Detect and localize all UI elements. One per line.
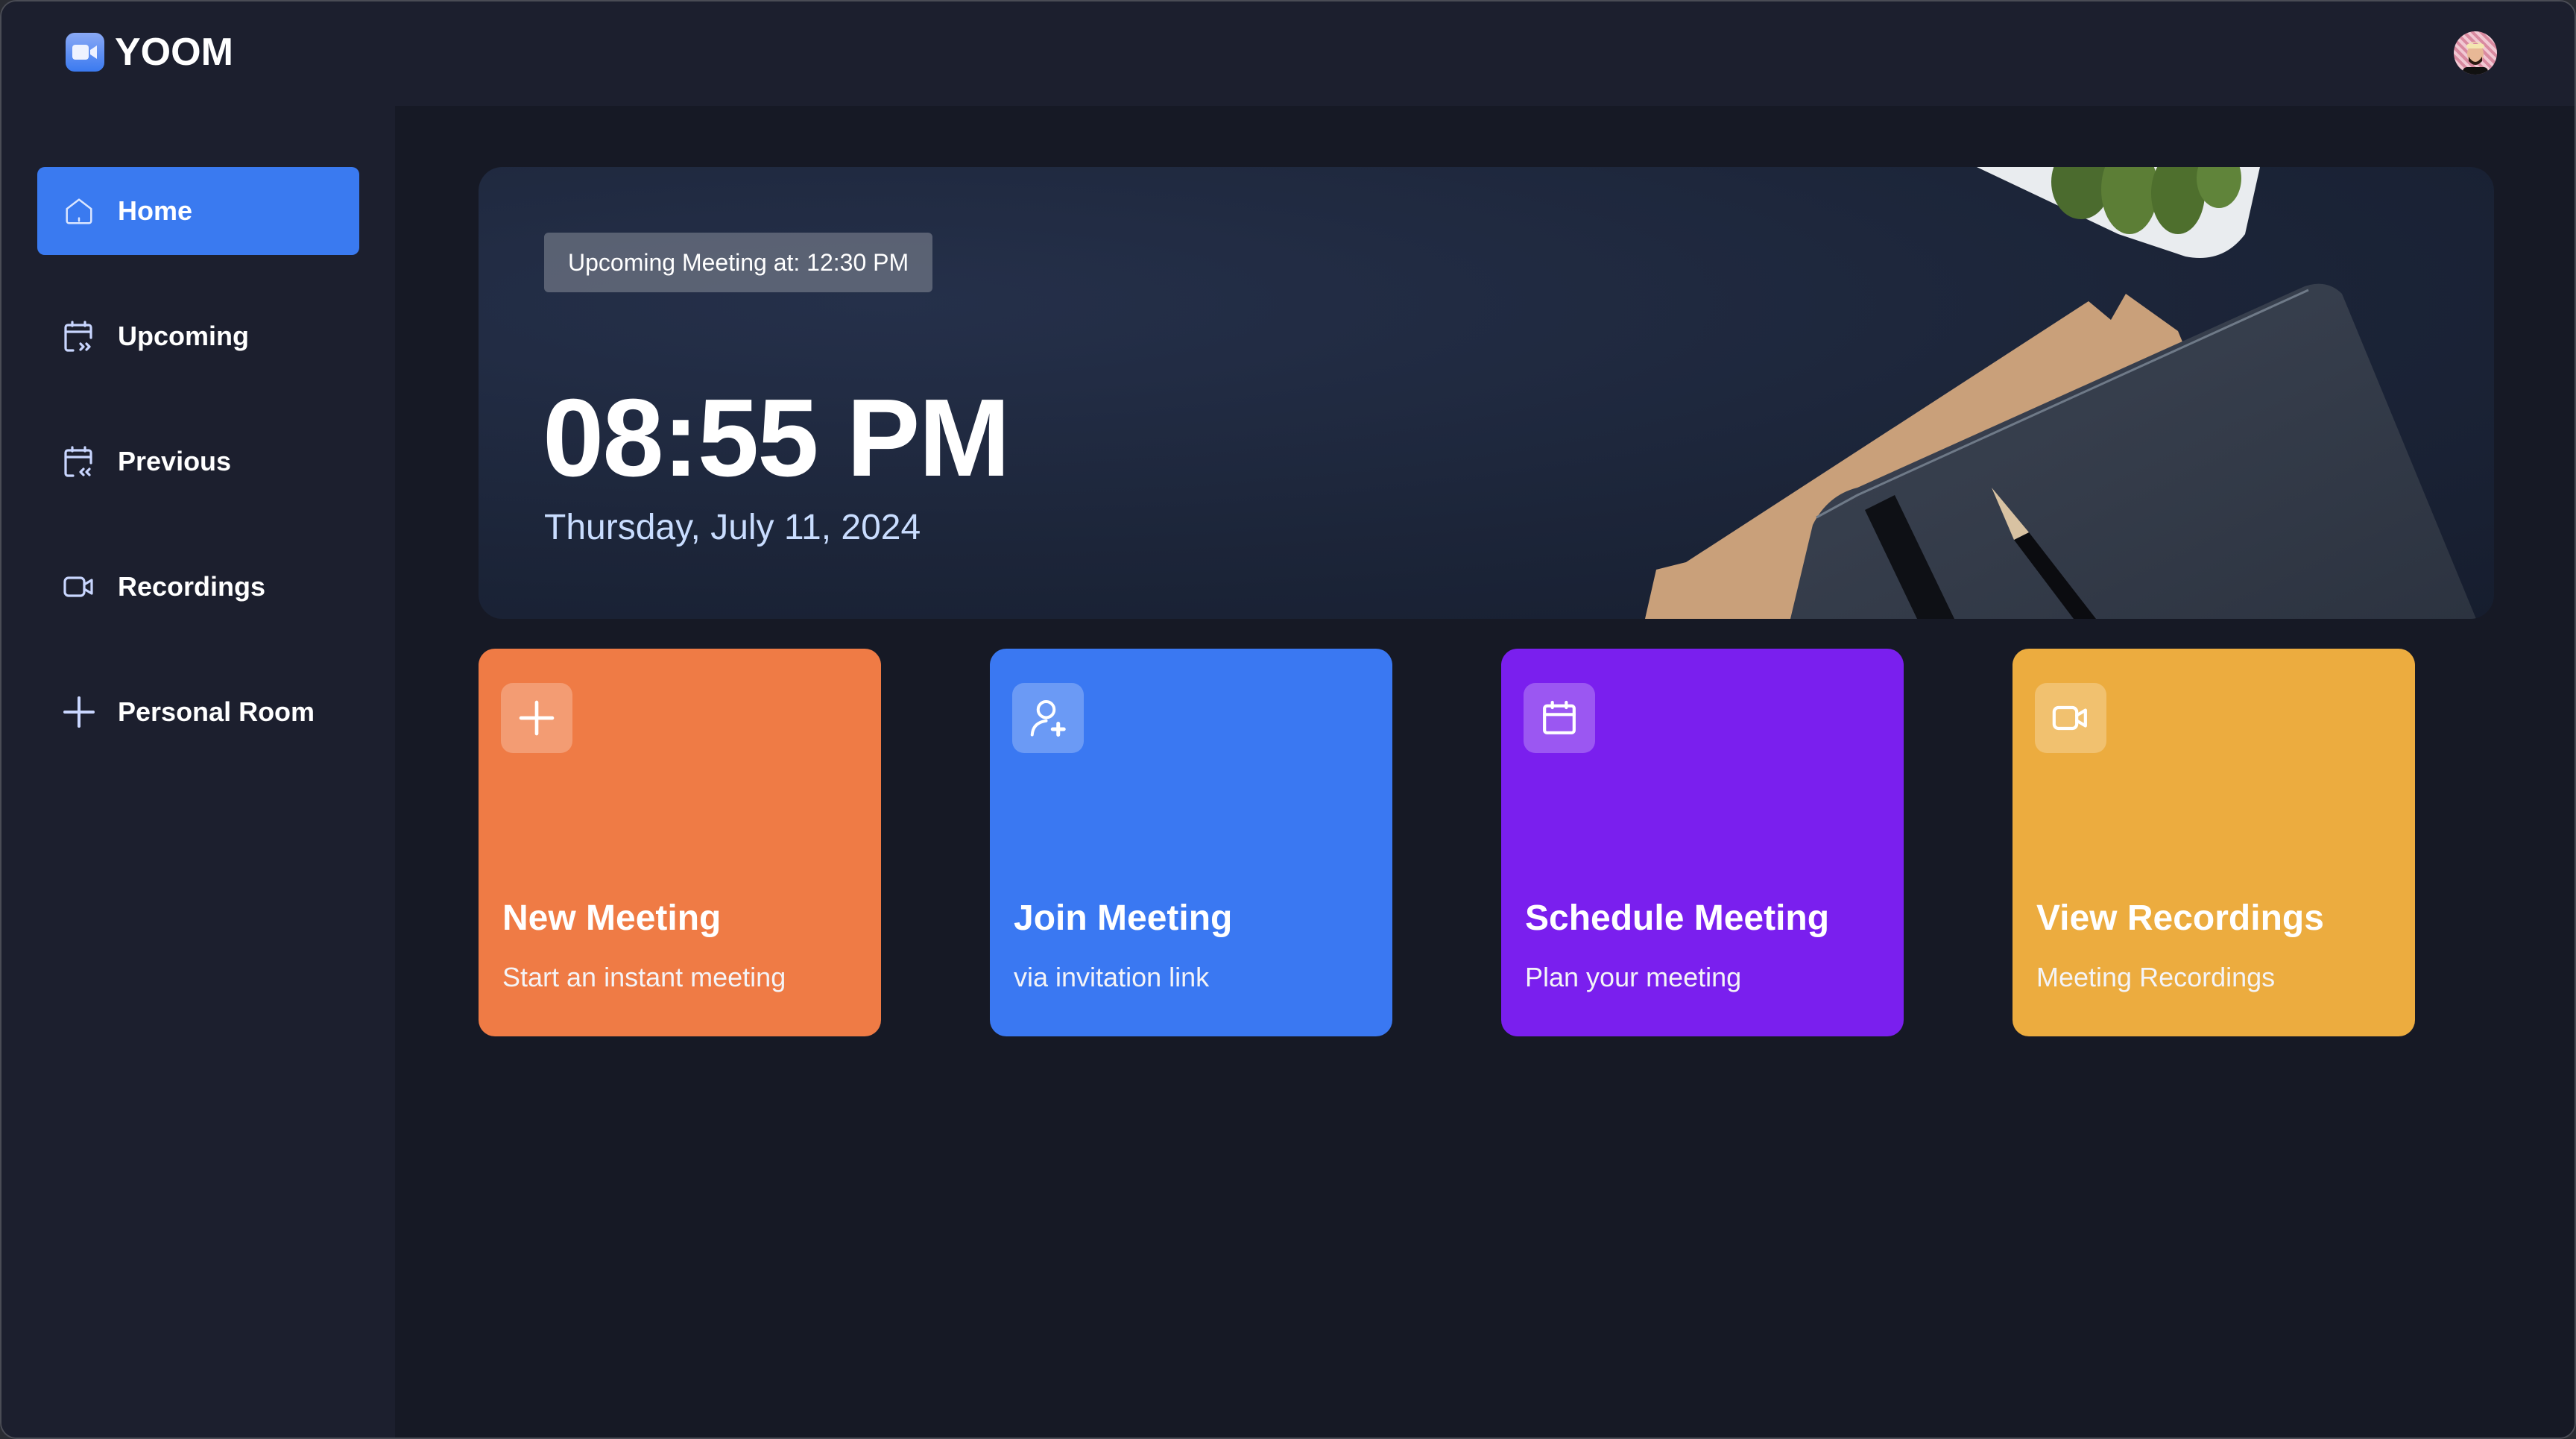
card-title: New Meeting [502,898,722,938]
card-title: View Recordings [2036,898,2324,938]
sidebar-item-upcoming[interactable]: Upcoming [37,292,359,380]
home-icon [60,192,98,230]
sidebar-item-personal-room[interactable]: Personal Room [37,668,359,756]
schedule-meeting-card[interactable]: Schedule Meeting Plan your meeting [1501,649,1904,1036]
video-icon [60,567,98,606]
card-title: Schedule Meeting [1525,898,1830,938]
user-avatar[interactable] [2454,31,2497,75]
card-subtitle: Plan your meeting [1525,962,1742,992]
sidebar: Home Upcoming Previous Recordings Person… [1,106,395,1438]
brand-name: YOOM [115,31,233,74]
sidebar-item-label: Home [118,195,193,226]
sidebar-item-label: Upcoming [118,321,249,351]
new-meeting-card[interactable]: New Meeting Start an instant meeting [479,649,881,1036]
join-meeting-card[interactable]: Join Meeting via invitation link [990,649,1392,1036]
video-icon [2035,683,2106,753]
sidebar-item-label: Previous [118,446,232,476]
calendar-icon [1524,683,1595,753]
user-add-icon [1012,683,1084,753]
plus-icon [501,683,572,753]
calendar-upcoming-icon [60,317,98,356]
video-camera-icon [66,33,104,72]
current-time: 08:55 PM [543,377,1011,500]
sidebar-item-label: Recordings [118,571,266,602]
sidebar-item-recordings[interactable]: Recordings [37,543,359,631]
sidebar-item-label: Personal Room [118,696,315,727]
card-subtitle: Meeting Recordings [2036,962,2276,992]
plus-icon [60,693,98,731]
card-title: Join Meeting [1014,898,1233,938]
app-window: YOOM Home Upcoming Previous Recordings P… [0,0,2576,1439]
main-content: Upcoming Meeting at: 12:30 PM 08:55 PM T… [395,106,2575,1438]
top-navbar: YOOM [1,1,2575,106]
card-subtitle: via invitation link [1014,962,1210,992]
card-subtitle: Start an instant meeting [502,962,786,992]
sidebar-item-previous[interactable]: Previous [37,418,359,506]
calendar-previous-icon [60,442,98,481]
brand-link[interactable]: YOOM [66,33,233,72]
sidebar-item-home[interactable]: Home [37,167,359,255]
hero-banner: Upcoming Meeting at: 12:30 PM 08:55 PM T… [479,167,2494,619]
view-recordings-card[interactable]: View Recordings Meeting Recordings [2012,649,2415,1036]
upcoming-meeting-badge: Upcoming Meeting at: 12:30 PM [544,233,933,292]
current-date: Thursday, July 11, 2024 [544,508,921,547]
